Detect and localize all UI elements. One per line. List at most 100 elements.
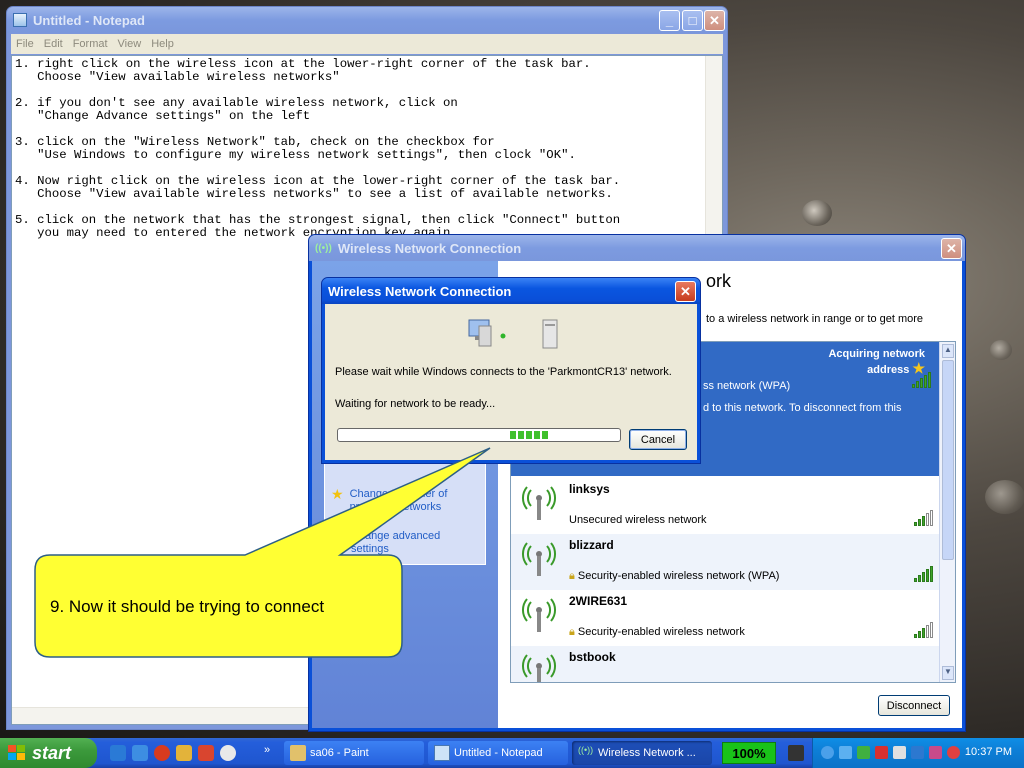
scroll-down-button[interactable]: ▼ <box>942 666 954 680</box>
task-change-order[interactable]: ★ Change the order of preferred networks <box>331 486 481 514</box>
wireless-antenna-icon <box>522 654 556 682</box>
network-status: 🔒︎ Security-enabled wireless network <box>569 626 745 638</box>
lock-icon: 🔒︎ <box>569 570 575 582</box>
menu-format[interactable]: Format <box>68 38 113 50</box>
description-text: to a wireless network in range or to get… <box>706 313 924 325</box>
notepad-icon <box>434 745 450 761</box>
network-status: Unsecured wireless network <box>569 514 707 526</box>
wireless-antenna-icon <box>522 598 556 632</box>
cd-icon[interactable] <box>220 745 236 761</box>
taskbar-item-label: sa06 - Paint <box>310 747 369 759</box>
network-security: ss network (WPA) <box>703 380 791 392</box>
scroll-thumb[interactable] <box>942 360 954 560</box>
scroll-up-button[interactable]: ▲ <box>942 344 954 358</box>
internet-explorer-icon[interactable] <box>110 745 126 761</box>
notepad-text: 1. right click on the wireless icon at t… <box>15 58 704 240</box>
network-item[interactable]: bstbook <box>511 646 939 682</box>
signal-strength-icon <box>914 622 933 638</box>
network-status: 🔒︎ Security-enabled wireless network (WP… <box>569 570 780 582</box>
zoom-indicator: 100% <box>722 742 776 764</box>
power-plug-icon[interactable] <box>788 745 804 761</box>
task-label: Change the order of preferred networks <box>349 488 448 513</box>
notepad-title: Untitled - Notepad <box>33 12 145 28</box>
dialog-body: Please wait while Windows connects to th… <box>325 304 697 460</box>
shield-icon[interactable] <box>947 746 960 759</box>
network-name: linksys <box>569 482 610 496</box>
signal-strength-icon <box>914 510 933 526</box>
close-button[interactable]: ✕ <box>941 238 962 259</box>
disconnect-button[interactable]: Disconnect <box>878 695 950 716</box>
taskbar-item-wireless[interactable]: ((•)) Wireless Network ... <box>572 741 712 765</box>
menu-file[interactable]: File <box>11 38 39 50</box>
network-item[interactable]: 2WIRE631 🔒︎ Security-enabled wireless ne… <box>511 590 939 646</box>
moon-crater <box>802 200 832 226</box>
wnc-titlebar[interactable]: ((•)) Wireless Network Connection ✕ <box>309 235 965 261</box>
notepad-line: Choose "View available wireless networks… <box>15 187 613 201</box>
network-item[interactable]: linksys Unsecured wireless network <box>511 478 939 534</box>
windows-flag-icon <box>8 745 25 760</box>
display-tray-icon[interactable] <box>911 746 924 759</box>
minimize-button[interactable]: _ <box>659 10 680 31</box>
progress-block <box>518 431 524 439</box>
network-name: bstbook <box>569 650 616 664</box>
network-list-scrollbar[interactable]: ▲ ▼ <box>939 342 955 682</box>
antivirus-tray-icon[interactable] <box>875 746 888 759</box>
moon-crater <box>990 340 1012 360</box>
maximize-button[interactable]: □ <box>682 10 703 31</box>
network-name: 2WIRE631 <box>569 594 628 608</box>
dialog-titlebar[interactable]: Wireless Network Connection ✕ <box>322 278 700 304</box>
taskbar-item-paint[interactable]: sa06 - Paint <box>284 741 424 765</box>
network-name: blizzard <box>569 538 614 552</box>
network-tray-icon[interactable] <box>839 746 852 759</box>
menu-help[interactable]: Help <box>146 38 179 50</box>
star-icon: ★ <box>331 486 344 502</box>
notepad-line: "Use Windows to configure my wireless ne… <box>15 148 576 162</box>
system-tray: 10:37 PM <box>812 738 1024 768</box>
menu-edit[interactable]: Edit <box>39 38 68 50</box>
taskbar-item-label: Wireless Network ... <box>598 747 696 759</box>
menu-view[interactable]: View <box>113 38 147 50</box>
notepad-titlebar[interactable]: Untitled - Notepad _ □ ✕ <box>7 7 727 33</box>
waiting-status: Waiting for network to be ready... <box>335 398 496 410</box>
wireless-icon: ((•)) <box>315 242 332 254</box>
notepad-menubar: File Edit Format View Help <box>11 34 723 54</box>
progress-block <box>526 431 532 439</box>
wireless-antenna-icon <box>522 542 556 576</box>
task-advanced-settings[interactable]: Change advanced settings <box>331 530 481 556</box>
connecting-message: Please wait while Windows connects to th… <box>335 366 672 378</box>
chevron-icon[interactable]: » <box>264 744 270 756</box>
network-item[interactable]: blizzard 🔒︎ Security-enabled wireless ne… <box>511 534 939 590</box>
tray-arrow-icon[interactable] <box>821 746 834 759</box>
taskbar-item-label: Untitled - Notepad <box>454 747 543 759</box>
settings-icon <box>331 530 345 556</box>
progress-block <box>542 431 548 439</box>
clock[interactable]: 10:37 PM <box>965 746 1012 758</box>
notepad-line: "Change Advance settings" on the left <box>15 109 311 123</box>
acrobat-icon[interactable] <box>198 745 214 761</box>
progress-block <box>510 431 516 439</box>
connecting-dialog: Wireless Network Connection ✕ Please wai… <box>321 277 701 464</box>
tray-app-icon[interactable] <box>929 746 942 759</box>
outlook-express-icon[interactable] <box>132 745 148 761</box>
computer-to-network-icon <box>468 319 558 349</box>
start-label: start <box>32 742 72 763</box>
tray-app-icon[interactable] <box>893 746 906 759</box>
close-button[interactable]: ✕ <box>675 281 696 302</box>
folder-icon[interactable] <box>176 745 192 761</box>
start-button[interactable]: start <box>0 738 97 768</box>
wireless-antenna-icon <box>522 486 556 520</box>
security-tray-icon[interactable] <box>857 746 870 759</box>
close-button[interactable]: ✕ <box>704 10 725 31</box>
notepad-icon <box>13 13 27 27</box>
signal-strength-icon <box>914 566 933 582</box>
heading-text: ork <box>706 271 732 291</box>
progress-block <box>534 431 540 439</box>
acquiring-status: Acquiring network address ★ <box>828 348 925 376</box>
cancel-button[interactable]: Cancel <box>629 429 687 450</box>
signal-strength-icon <box>912 372 931 388</box>
taskbar-item-notepad[interactable]: Untitled - Notepad <box>428 741 568 765</box>
task-label: Change advanced settings <box>351 530 441 555</box>
media-player-icon[interactable] <box>154 745 170 761</box>
lock-icon: 🔒︎ <box>569 626 575 638</box>
network-detail: d to this network. To disconnect from th… <box>703 402 902 414</box>
